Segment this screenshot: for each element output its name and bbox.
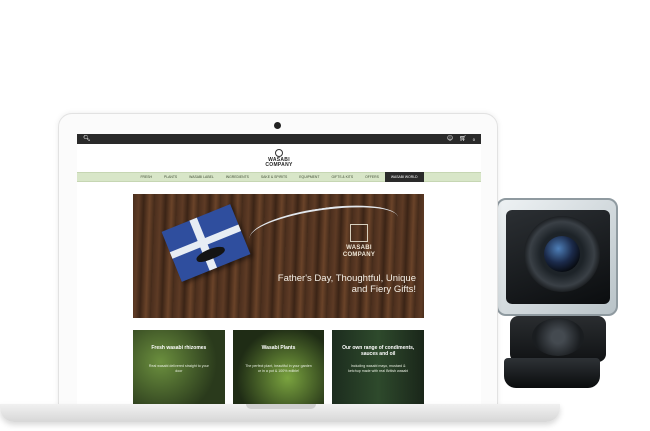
laptop-mockup: 🔍︎ ☺ 🛒︎ 0 WASABI COMPANY FRESH PLANTS WA… [58,113,498,413]
laptop-screen: 🔍︎ ☺ 🛒︎ 0 WASABI COMPANY FRESH PLANTS WA… [77,134,481,410]
nav-item-gifts-kits[interactable]: GIFTS & KITS [325,172,359,182]
tile-fresh-rhizomes[interactable]: Fresh wasabi rhizomes Real wasabi delive… [133,330,225,410]
site-logo[interactable]: WASABI COMPANY [77,144,481,172]
tile-title: Wasabi Plants [261,345,296,351]
hero-headline: Father's Day, Thoughtful, Unique and Fie… [277,273,416,295]
nav-item-plants[interactable]: PLANTS [158,172,183,182]
topbar-actions: ☺ 🛒︎ 0 [447,136,475,142]
hero-logo: WASABI COMPANY [329,224,389,258]
tile-description: The perfect plant, beautiful in your gar… [245,364,312,373]
category-tiles: Fresh wasabi rhizomes Real wasabi delive… [133,330,425,410]
cart-count: 0 [472,136,475,142]
nav-item-wasabi-world[interactable]: WASABI WORLD [384,172,424,182]
site-topbar: 🔍︎ ☺ 🛒︎ 0 [77,134,481,144]
laptop-hinge-notch [246,404,316,409]
nav-item-wasabi-label[interactable]: WASABI LABEL [183,172,220,182]
hero-logo-mark-icon [350,224,368,242]
nav-item-sake-spirits[interactable]: SAKE & SPIRITS [255,172,293,182]
hero-banner[interactable]: WASABI COMPANY Father's Day, Thoughtful,… [133,194,424,318]
nav-item-ingredients[interactable]: INGREDIENTS [220,172,255,182]
tile-title: Our own range of condiments, sauces and … [342,345,415,357]
logo-line-2: COMPANY [265,161,293,168]
user-icon[interactable]: ☺ [447,136,453,142]
nav-item-fresh[interactable]: FRESH [134,172,158,182]
laptop-bezel: 🔍︎ ☺ 🛒︎ 0 WASABI COMPANY FRESH PLANTS WA… [58,113,498,410]
action-camera-image [492,196,622,394]
nav-item-offers[interactable]: OFFERS [359,172,385,182]
search-icon[interactable]: 🔍︎ [83,136,91,142]
cart-icon[interactable]: 🛒︎ [459,136,467,142]
main-nav: FRESH PLANTS WASABI LABEL INGREDIENTS SA… [77,172,481,182]
tile-wasabi-plants[interactable]: Wasabi Plants The perfect plant, beautif… [232,330,325,410]
camera-lens-icon [544,236,580,272]
tile-condiments[interactable]: Our own range of condiments, sauces and … [332,330,425,410]
tile-description: Including wasabi mayo, mustard & ketchup… [348,364,409,373]
webcam-icon [274,122,281,129]
product-mockup-stage: 🔍︎ ☺ 🛒︎ 0 WASABI COMPANY FRESH PLANTS WA… [0,0,650,431]
gift-box-image [161,204,251,282]
tile-description: Real wasabi delivered straight to your d… [148,364,209,373]
wasabi-logo-icon [275,148,283,157]
nav-item-equipment[interactable]: EQUIPMENT [293,172,325,182]
hero-logo-line-2: COMPANY [342,251,376,258]
tile-title: Fresh wasabi rhizomes [151,345,207,351]
camera-base [504,358,600,388]
camera-mount-knob [532,318,584,356]
